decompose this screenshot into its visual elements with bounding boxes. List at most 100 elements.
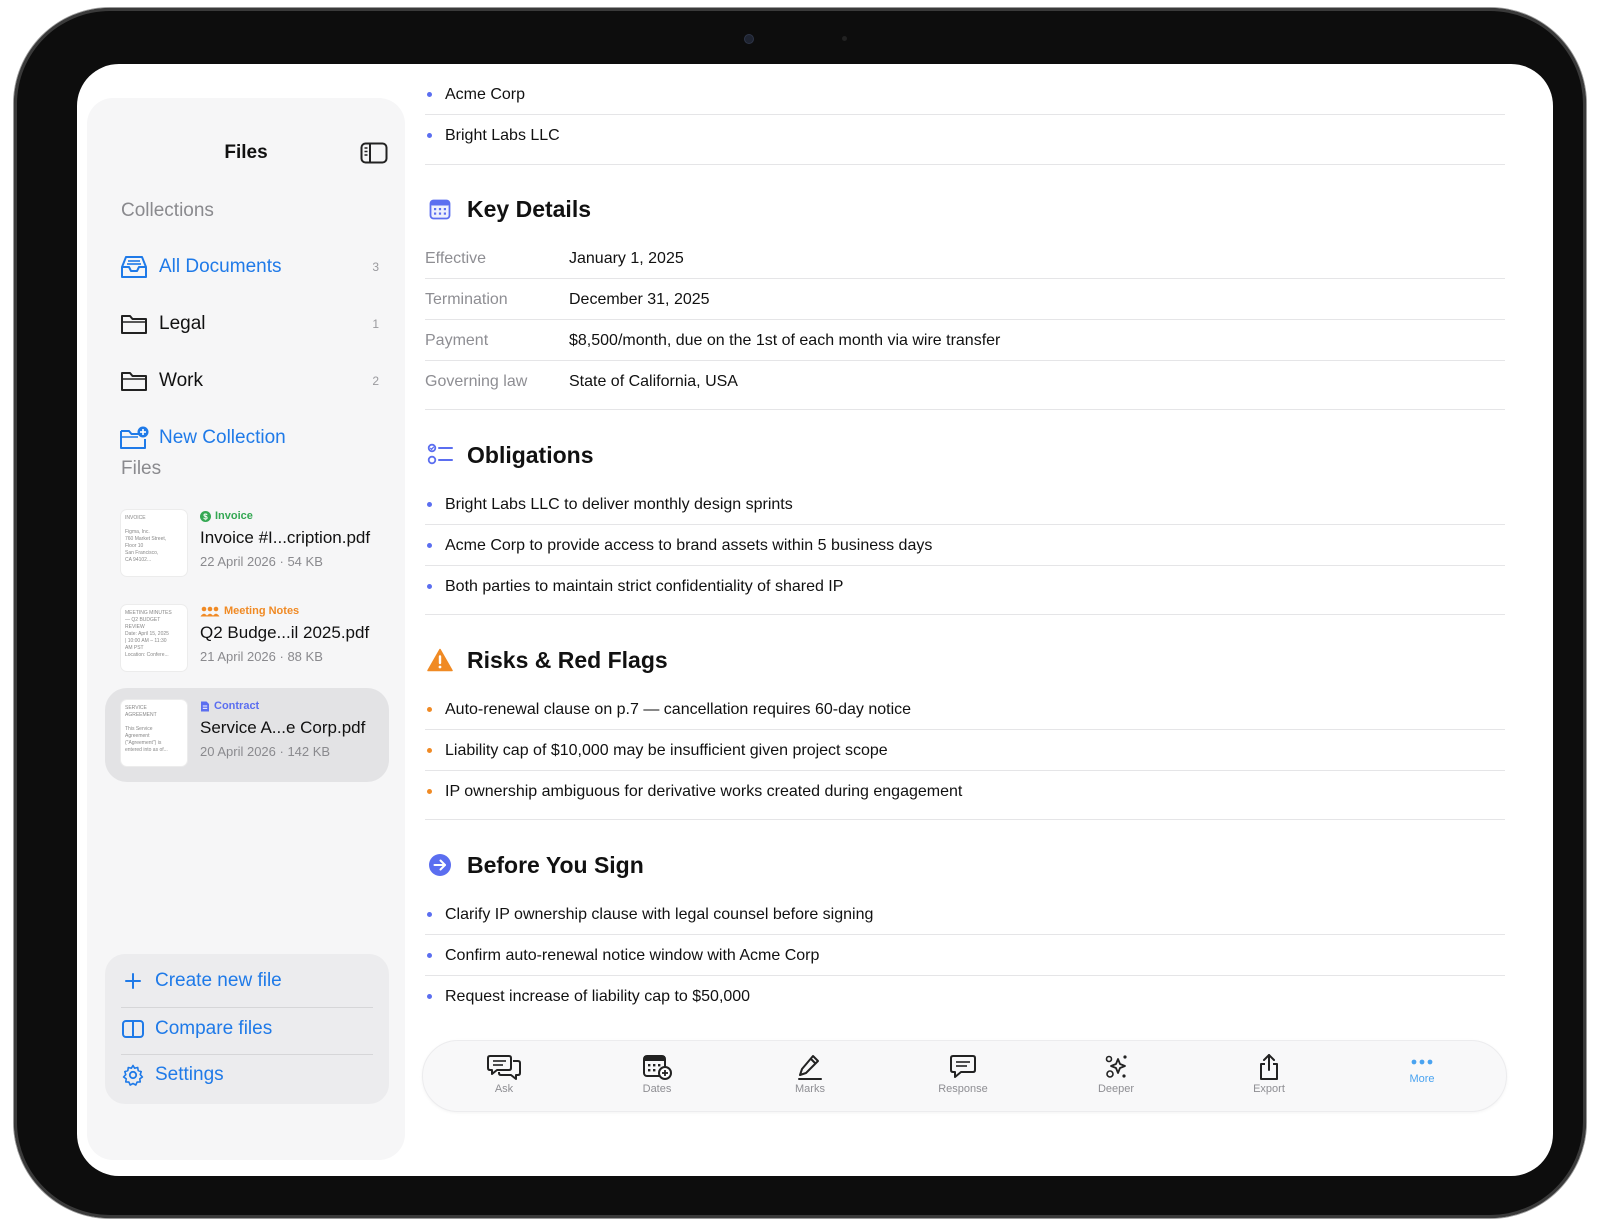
sidebar: Files Collections All Documents 3 Legal … — [87, 98, 405, 1160]
folder-icon — [119, 368, 149, 394]
collection-count: 2 — [372, 374, 379, 388]
tray-icon — [119, 254, 149, 280]
collection-legal[interactable]: Legal 1 — [119, 307, 379, 341]
settings-label: Settings — [155, 1064, 224, 1085]
file-thumbnail: SERVICE AGREEMENT This Service Agreement… — [121, 700, 187, 766]
list-item: Acme Corp to provide access to brand ass… — [425, 525, 1505, 566]
toolbar-label: Dates — [642, 1083, 672, 1095]
section-title: Risks & Red Flags — [467, 646, 668, 673]
folder-plus-icon — [119, 425, 149, 451]
bullet — [427, 584, 432, 589]
section-title: Key Details — [467, 195, 592, 222]
section-title: Obligations — [467, 441, 594, 468]
people-icon — [200, 606, 220, 616]
folder-icon — [119, 311, 149, 337]
toolbar-marks-button[interactable]: Marks — [765, 1053, 855, 1103]
collections-heading: Collections — [121, 200, 214, 221]
pen-icon — [793, 1053, 827, 1081]
list-item: Confirm auto-renewal notice window with … — [425, 935, 1505, 976]
collection-count: 3 — [372, 260, 379, 274]
bullet — [427, 92, 432, 97]
file-meta: 21 April 2026 · 88 KB — [200, 649, 323, 664]
toolbar-dates-button[interactable]: Dates — [612, 1053, 702, 1103]
section-header-before-you-sign: Before You Sign — [427, 848, 644, 882]
camera-bar — [674, 30, 904, 48]
file-thumbnail: MEETING MINUTES — Q2 BUDGET REVIEW Date:… — [121, 605, 187, 671]
bullet — [427, 543, 432, 548]
toolbar-label: Deeper — [1097, 1083, 1135, 1095]
bullet — [427, 953, 432, 958]
share-icon — [1252, 1053, 1286, 1081]
toolbar-response-button[interactable]: Response — [918, 1053, 1008, 1103]
toolbar-label: Ask — [494, 1083, 514, 1095]
file-tag-contract: Contract — [200, 700, 259, 712]
calendar-icon — [427, 196, 453, 222]
section-header-risks: Risks & Red Flags — [427, 643, 668, 677]
toolbar-label: More — [1409, 1073, 1435, 1085]
bullet — [427, 789, 432, 794]
detail-row-termination: Termination December 31, 2025 — [425, 290, 710, 308]
toolbar-label: Response — [938, 1083, 988, 1095]
section-header-key-details: Key Details — [427, 192, 591, 226]
bullet — [427, 912, 432, 917]
list-item: Request increase of liability cap to $50… — [425, 976, 1505, 1017]
calendar-plus-icon — [640, 1053, 674, 1081]
collection-count: 1 — [372, 317, 379, 331]
section-divider — [425, 819, 1505, 820]
file-tag-meeting-notes: Meeting Notes — [200, 605, 299, 617]
file-name: Invoice #I...cription.pdf — [200, 528, 371, 547]
sidebar-title: Files — [224, 142, 268, 163]
gear-icon — [121, 1063, 145, 1087]
toolbar-ask-button[interactable]: Ask — [459, 1053, 549, 1103]
file-row-meeting-notes[interactable]: MEETING MINUTES — Q2 BUDGET REVIEW Date:… — [105, 593, 389, 687]
warning-icon — [427, 647, 453, 673]
file-tag-invoice: $ Invoice — [200, 510, 253, 522]
camera-icon — [744, 34, 754, 44]
arrow-circle-icon — [427, 852, 453, 878]
split-view-icon — [121, 1017, 145, 1041]
section-divider — [425, 164, 1505, 165]
collection-all-documents[interactable]: All Documents 3 — [119, 250, 379, 284]
sidebar-actions: Create new file Compare files Settings — [105, 954, 389, 1104]
bullet — [427, 707, 432, 712]
svg-text:$: $ — [203, 512, 208, 521]
list-item: Bright Labs LLC to deliver monthly desig… — [425, 484, 1505, 525]
collection-work[interactable]: Work 2 — [119, 364, 379, 398]
dollar-circle-icon: $ — [200, 510, 211, 522]
section-header-obligations: Obligations — [427, 438, 594, 472]
file-thumbnail: INVOICE Figma, Inc. 760 Market Street, F… — [121, 510, 187, 576]
bottom-toolbar: Ask Dates Marks Response Deeper Export M… — [422, 1040, 1507, 1112]
toolbar-more-button[interactable]: More — [1377, 1053, 1467, 1103]
bullet — [427, 748, 432, 753]
file-row-invoice[interactable]: INVOICE Figma, Inc. 760 Market Street, F… — [105, 498, 389, 592]
list-item: Clarify IP ownership clause with legal c… — [425, 894, 1505, 935]
file-row-contract[interactable]: SERVICE AGREEMENT This Service Agreement… — [105, 688, 389, 782]
bullet — [427, 133, 432, 138]
new-collection-button[interactable]: New Collection — [119, 421, 379, 455]
ipad-frame: Files Collections All Documents 3 Legal … — [14, 8, 1586, 1218]
toolbar-export-button[interactable]: Export — [1224, 1053, 1314, 1103]
sensor-dot — [842, 36, 847, 41]
section-divider — [425, 409, 1505, 410]
new-collection-label: New Collection — [159, 427, 286, 448]
document-summary: Acme Corp Bright Labs LLC Key Details Ef… — [425, 64, 1505, 1176]
files-heading: Files — [121, 458, 162, 479]
compare-files-button[interactable]: Compare files — [121, 1006, 373, 1052]
checklist-icon — [427, 442, 453, 468]
create-new-file-button[interactable]: Create new file — [121, 958, 373, 1004]
compare-files-label: Compare files — [155, 1018, 273, 1039]
bullet — [427, 502, 432, 507]
sidebar-toggle-icon[interactable] — [360, 142, 388, 164]
file-meta: 20 April 2026 · 142 KB — [200, 744, 331, 759]
collection-label: Work — [159, 370, 203, 391]
list-item: Acme Corp — [425, 74, 1505, 115]
detail-row-governing-law: Governing law State of California, USA — [425, 372, 738, 390]
settings-button[interactable]: Settings — [121, 1052, 373, 1098]
file-meta: 22 April 2026 · 54 KB — [200, 554, 323, 569]
toolbar-deeper-button[interactable]: Deeper — [1071, 1053, 1161, 1103]
create-new-file-label: Create new file — [155, 970, 282, 991]
section-title: Before You Sign — [467, 851, 644, 878]
detail-row-effective: Effective January 1, 2025 — [425, 249, 684, 267]
list-item: Liability cap of $10,000 may be insuffic… — [425, 730, 1505, 771]
screen: Files Collections All Documents 3 Legal … — [77, 64, 1553, 1176]
